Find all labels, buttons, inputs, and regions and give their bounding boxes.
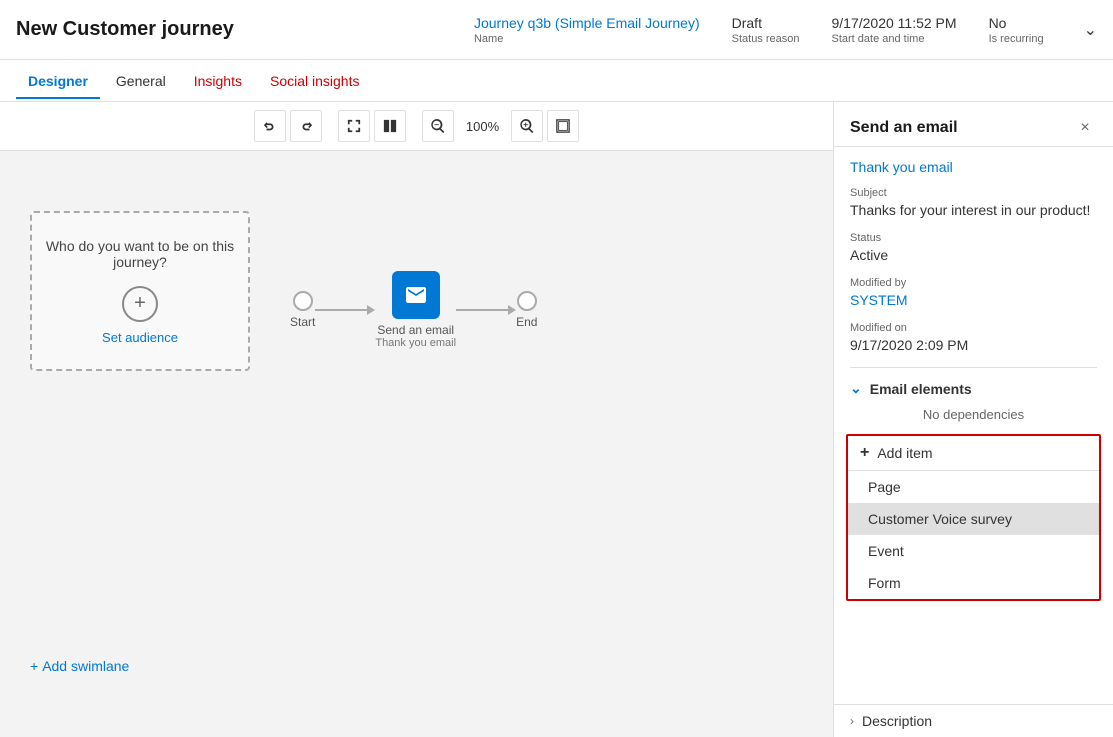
header-chevron-icon[interactable]: ⌄ (1084, 20, 1097, 40)
zoom-out-button[interactable] (422, 110, 454, 142)
dropdown-item-customer-voice[interactable]: Customer Voice survey (848, 503, 1099, 535)
modified-on-value: 9/17/2020 2:09 PM (850, 337, 1097, 353)
set-audience-link[interactable]: Set audience (102, 330, 178, 345)
add-item-button[interactable]: + Add item (848, 436, 1099, 471)
header-field-name: Journey q3b (Simple Email Journey) Name (474, 15, 700, 45)
recurring-label: Is recurring (989, 33, 1044, 45)
flow-nodes: Start Send an email Thank you email (290, 271, 537, 349)
subject-label: Subject (850, 187, 1097, 199)
modified-on-label: Modified on (850, 322, 1097, 334)
tab-designer[interactable]: Designer (16, 63, 100, 99)
panel-header: Send an email × (834, 102, 1113, 147)
arrow-head-1 (367, 305, 375, 315)
email-node-sublabel: Thank you email (375, 337, 456, 349)
add-item-label: Add item (877, 445, 932, 461)
header-fields: Journey q3b (Simple Email Journey) Name … (474, 15, 1097, 45)
panel-modified-by-field: Modified by SYSTEM (850, 277, 1097, 308)
arrow-2 (456, 305, 516, 315)
email-elements-label: Email elements (870, 381, 972, 397)
canvas-toolbar: 100% (0, 102, 833, 151)
audience-box: Who do you want to be on this journey? +… (30, 211, 250, 371)
right-panel: Send an email × Thank you email Subject … (833, 102, 1113, 737)
tab-social-insights[interactable]: Social insights (258, 63, 372, 99)
audience-text: Who do you want to be on this journey? (32, 238, 248, 270)
panel-modified-on-field: Modified on 9/17/2020 2:09 PM (850, 322, 1097, 353)
panel-subject-field: Subject Thanks for your interest in our … (850, 187, 1097, 218)
journey-name-value: Journey q3b (Simple Email Journey) (474, 15, 700, 31)
end-node: End (516, 291, 537, 329)
dropdown-item-form[interactable]: Form (848, 567, 1099, 599)
dropdown-item-event[interactable]: Event (848, 535, 1099, 567)
zoom-level-display: 100% (458, 119, 507, 134)
header-field-date: 9/17/2020 11:52 PM Start date and time (832, 15, 957, 45)
email-elements-chevron-icon: ⌄ (850, 380, 862, 397)
dropdown-item-page[interactable]: Page (848, 471, 1099, 503)
tabs-bar: Designer General Insights Social insight… (0, 60, 1113, 102)
email-node-icon[interactable] (392, 271, 440, 319)
arrow-line-2 (456, 309, 508, 311)
status-value: Draft (732, 15, 800, 31)
tab-general[interactable]: General (104, 63, 178, 99)
email-node[interactable]: Send an email Thank you email (375, 271, 456, 349)
arrow-head-2 (508, 305, 516, 315)
panel-close-button[interactable]: × (1073, 116, 1097, 140)
start-circle (293, 291, 313, 311)
panel-status-field: Status Active (850, 232, 1097, 263)
undo-button[interactable] (254, 110, 286, 142)
add-swimlane-plus-icon: + (30, 658, 38, 674)
panel-title: Send an email (850, 119, 958, 137)
email-elements-header[interactable]: ⌄ Email elements (850, 380, 1097, 397)
add-audience-button[interactable]: + (122, 286, 158, 322)
recurring-value: No (989, 15, 1044, 31)
page-title: New Customer journey (16, 18, 234, 41)
modified-by-label: Modified by (850, 277, 1097, 289)
date-label: Start date and time (832, 33, 957, 45)
add-item-dropdown: + Add item Page Customer Voice survey Ev… (846, 434, 1101, 601)
journey-name-label: Name (474, 33, 700, 45)
redo-button[interactable] (290, 110, 322, 142)
description-item[interactable]: › Description (834, 704, 1113, 737)
header: New Customer journey Journey q3b (Simple… (0, 0, 1113, 60)
arrow-1 (315, 305, 375, 315)
header-field-status: Draft Status reason (732, 15, 800, 45)
add-swimlane-label: Add swimlane (42, 658, 129, 674)
zoom-in-button[interactable] (511, 110, 543, 142)
subject-value: Thanks for your interest in our product! (850, 202, 1097, 218)
status-label: Status reason (732, 33, 800, 45)
main-content: 100% Who do you want to be on this journ… (0, 102, 1113, 737)
split-view-button[interactable] (374, 110, 406, 142)
description-label: Description (862, 713, 932, 729)
modified-by-value[interactable]: SYSTEM (850, 292, 1097, 308)
expand-button[interactable] (338, 110, 370, 142)
email-elements-section: ⌄ Email elements No dependencies + Add i… (850, 367, 1097, 601)
description-chevron-icon: › (850, 714, 854, 728)
start-node: Start (290, 291, 315, 329)
panel-body: Thank you email Subject Thanks for your … (834, 147, 1113, 704)
panel-email-link[interactable]: Thank you email (850, 159, 1097, 175)
start-label: Start (290, 315, 315, 329)
status-field-label: Status (850, 232, 1097, 244)
end-label: End (516, 315, 537, 329)
zoom-percent: 100% (466, 119, 499, 134)
no-dependencies-text: No dependencies (850, 407, 1097, 422)
journey-diagram: Who do you want to be on this journey? +… (0, 151, 833, 734)
status-field-value: Active (850, 247, 1097, 263)
date-value: 9/17/2020 11:52 PM (832, 15, 957, 31)
add-swimlane-button[interactable]: + Add swimlane (30, 658, 129, 674)
canvas-area: 100% Who do you want to be on this journ… (0, 102, 833, 737)
end-circle (517, 291, 537, 311)
fit-view-button[interactable] (547, 110, 579, 142)
add-item-plus-icon: + (860, 444, 869, 462)
header-field-recurring: No Is recurring (989, 15, 1044, 45)
email-node-label: Send an email (377, 323, 454, 337)
arrow-line-1 (315, 309, 367, 311)
tab-insights[interactable]: Insights (182, 63, 254, 99)
